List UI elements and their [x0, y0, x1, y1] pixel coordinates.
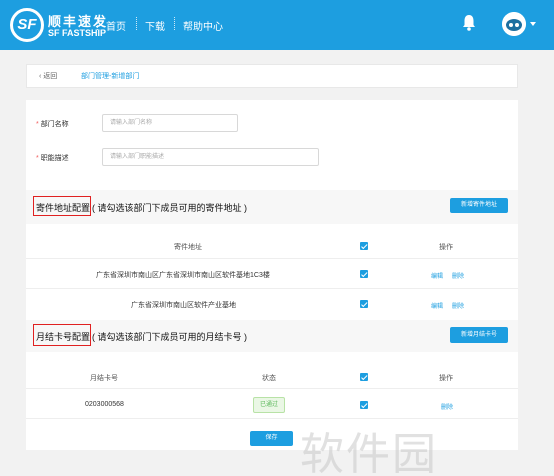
address-section-title: 寄件地址配置: [36, 203, 91, 213]
address-cell: 广东省深圳市南山区软件产业基地: [131, 302, 236, 309]
table-divider: [26, 288, 518, 289]
nav-divider: [174, 17, 175, 30]
card-section-header: 月结卡号配置 ( 请勾选该部门下成员可用的月结卡号 ) 新增月结卡号: [26, 320, 518, 352]
card-number-column-header: 月结卡号: [90, 375, 118, 382]
nav-divider: [136, 17, 137, 30]
nav-download[interactable]: 下载: [145, 18, 165, 33]
address-section-hint: ( 请勾选该部门下成员可用的寄件地址 ): [92, 203, 247, 213]
department-form-card: * 部门名称 请输入部门名称 * 职能描述 请输入部门职能描述 寄件地址配置 (…: [26, 100, 518, 450]
card-number-cell: 0203000568: [85, 401, 124, 408]
required-mark: *: [36, 121, 39, 128]
select-all-card-checkbox[interactable]: [360, 373, 368, 381]
department-name-label-text: 部门名称: [40, 121, 69, 128]
watermark: 软件园: [300, 429, 438, 476]
add-card-button[interactable]: 新增月结卡号: [450, 327, 508, 343]
address-section-header: 寄件地址配置 ( 请勾选该部门下成员可用的寄件地址 ) 新增寄件地址: [26, 190, 518, 224]
card-action-column-header: 操作: [439, 375, 453, 382]
user-menu-chevron-down-icon[interactable]: [530, 22, 536, 26]
breadcrumb-path[interactable]: 部门管理-新增部门: [81, 71, 139, 81]
status-column-header: 状态: [262, 375, 276, 382]
delete-card-link[interactable]: 删除: [441, 402, 453, 411]
department-name-input[interactable]: 请输入部门名称: [102, 114, 238, 132]
table-divider: [26, 258, 518, 259]
add-address-button[interactable]: 新增寄件地址: [450, 198, 508, 213]
delete-address-link[interactable]: 删除: [452, 271, 464, 280]
card-row-checkbox[interactable]: [360, 401, 368, 409]
top-navigation-bar: SF 顺丰速发 SF FASTSHIP 首页 下载 帮助中心: [0, 0, 554, 50]
table-divider: [26, 388, 518, 389]
save-button[interactable]: 保存: [250, 431, 293, 446]
select-all-address-checkbox[interactable]: [360, 242, 368, 250]
address-cell: 广东省深圳市南山区广东省深圳市南山区软件基地1C3楼: [96, 272, 270, 279]
nav-home[interactable]: 首页: [106, 18, 126, 33]
status-badge: 已通过: [253, 397, 285, 413]
nav-help-center[interactable]: 帮助中心: [183, 18, 223, 33]
nav-divider: [97, 17, 98, 30]
back-link[interactable]: ‹ 返回: [39, 71, 57, 81]
description-label-text: 职能描述: [40, 155, 69, 162]
description-label: * 职能描述: [36, 153, 69, 163]
required-mark: *: [36, 155, 39, 162]
address-row-checkbox[interactable]: [360, 300, 368, 308]
card-section-title: 月结卡号配置: [36, 332, 91, 342]
department-name-label: * 部门名称: [36, 119, 69, 129]
notification-bell-icon[interactable]: [462, 14, 476, 32]
edit-address-link[interactable]: 编辑: [431, 301, 443, 310]
breadcrumb: ‹ 返回 部门管理-新增部门: [26, 64, 518, 88]
address-action-column-header: 操作: [439, 244, 453, 251]
sf-logo-icon: SF: [10, 8, 44, 42]
address-row-checkbox[interactable]: [360, 270, 368, 278]
description-input[interactable]: 请输入部门职能描述: [102, 148, 319, 166]
edit-address-link[interactable]: 编辑: [431, 271, 443, 280]
table-divider: [26, 418, 518, 419]
user-avatar-icon[interactable]: [502, 12, 526, 36]
card-section-hint: ( 请勾选该部门下成员可用的月结卡号 ): [92, 332, 247, 342]
delete-address-link[interactable]: 删除: [452, 301, 464, 310]
address-column-header: 寄件地址: [174, 244, 202, 251]
